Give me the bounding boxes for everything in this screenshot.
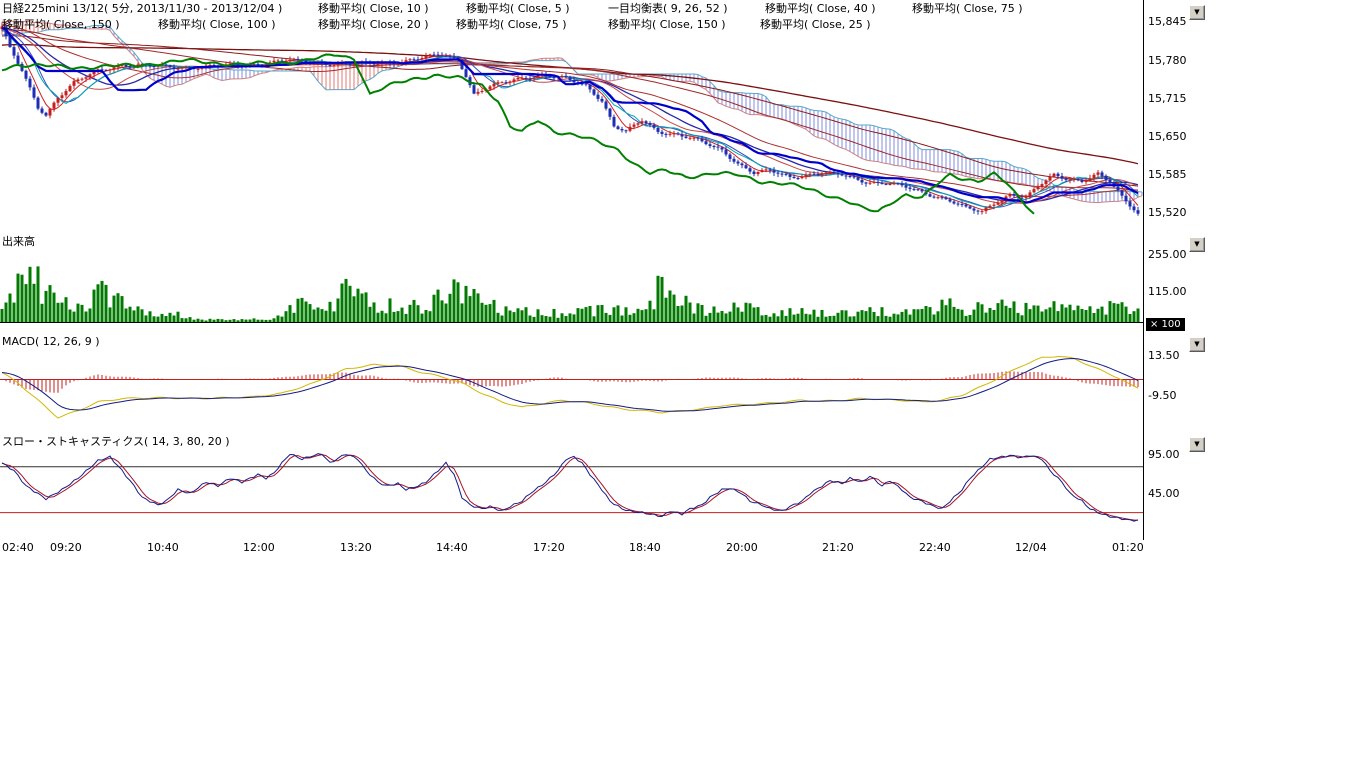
volume-bars bbox=[0, 266, 1143, 322]
dropdown-arrow-icon: ▼ bbox=[1194, 340, 1199, 348]
volume-panel-menu-button[interactable]: ▼ bbox=[1189, 237, 1205, 252]
macd-panel-menu-button[interactable]: ▼ bbox=[1189, 337, 1205, 352]
price-panel-menu-button[interactable]: ▼ bbox=[1189, 5, 1205, 20]
dropdown-arrow-icon: ▼ bbox=[1194, 440, 1199, 448]
chart-plot-area bbox=[0, 21, 1143, 521]
stoch-panel-menu-button[interactable]: ▼ bbox=[1189, 437, 1205, 452]
overlay-lines-top bbox=[2, 28, 1138, 214]
macd-graphics bbox=[0, 357, 1143, 419]
dropdown-arrow-icon: ▼ bbox=[1194, 240, 1199, 248]
stochastics-graphics bbox=[0, 454, 1143, 522]
chart-canvas[interactable] bbox=[0, 0, 1366, 545]
dropdown-arrow-icon: ▼ bbox=[1194, 8, 1199, 16]
moving-average-lines bbox=[2, 25, 1138, 210]
chart-application-window: 出来高 MACD( 12, 26, 9 ) スロー・ストキャスティクス( 14,… bbox=[0, 0, 1366, 768]
